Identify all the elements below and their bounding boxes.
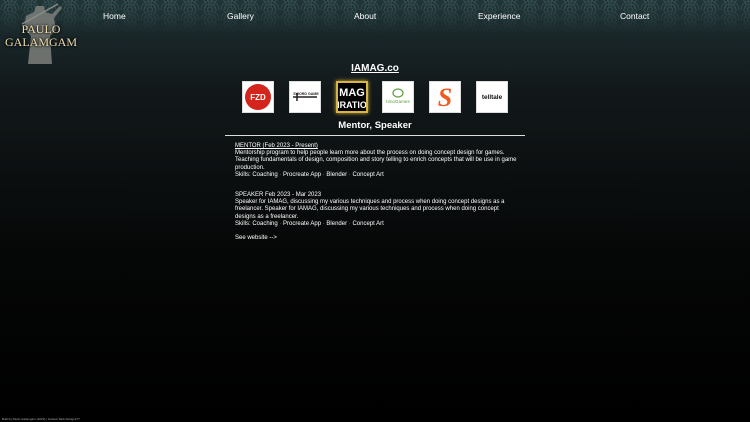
sword-game-logo-tile[interactable]: SWORD GAME (289, 81, 321, 113)
company-title: IAMAG.co (351, 63, 399, 74)
entry-skills: Skills: Coaching · Procreate App · Blend… (235, 171, 384, 178)
entry-description: Mentorship program to help people learn … (235, 150, 517, 171)
bino-games-logo-tile[interactable]: binoGames (382, 81, 414, 113)
skill-tag: Coaching (252, 171, 278, 178)
entry-heading: SPEAKER Feb 2023 - Mar 2023 (235, 192, 322, 198)
s-logo-icon: S (431, 83, 459, 112)
sword-logo-text: SWORD GAME (293, 92, 319, 96)
skill-tag: Procreate App (283, 171, 322, 178)
iamag-logo-icon: MAG IRATIO (338, 87, 366, 110)
bino-logo-icon: binoGames (386, 88, 410, 104)
iamag-logo-tile[interactable]: MAG IRATIO (336, 81, 368, 113)
entry-skills: Skills: Coaching · Procreate App · Blend… (235, 220, 384, 227)
section-divider (225, 135, 525, 136)
skill-tag: Concept Art (352, 220, 384, 227)
iamag-logo-bottom: IRATIO (338, 100, 366, 110)
footer-credit: Built by Paulo Galamgam (2023) | Icebear… (2, 417, 80, 421)
role-heading: Mentor, Speaker (338, 120, 412, 131)
telltale-logo-text: telltale (482, 94, 503, 101)
entry-description: Speaker for IAMAG, discussing my various… (235, 199, 505, 220)
nav-contact[interactable]: Contact (620, 11, 649, 21)
telltale-logo-icon: telltale (482, 94, 503, 101)
skill-tag: Blender (326, 171, 348, 178)
experience-entry-mentor: MENTOR (Feb 2023 - Present) Mentorship p… (235, 143, 520, 179)
skill-tag: Blender (326, 220, 348, 227)
skills-label: Skills: (235, 171, 251, 178)
fzd-logo-icon: FZD (245, 84, 271, 110)
sword-logo-icon: SWORD GAME (293, 92, 319, 101)
skill-tag: Concept Art (352, 171, 384, 178)
see-website-link[interactable]: See website --> (235, 235, 277, 241)
s-studio-logo-tile[interactable]: S (429, 81, 461, 113)
entry-heading: MENTOR (Feb 2023 - Present) (235, 143, 318, 149)
skill-tag: Coaching (252, 220, 278, 227)
fzd-logo-text: FZD (250, 93, 266, 102)
bino-logo-text: binoGames (386, 99, 410, 104)
iamag-logo-top: MAG (339, 87, 365, 99)
experience-entry-speaker: SPEAKER Feb 2023 - Mar 2023 Speaker for … (235, 192, 520, 228)
nav-home[interactable]: Home (103, 11, 126, 21)
skill-tag: Procreate App (283, 220, 322, 227)
nav-experience[interactable]: Experience (478, 11, 521, 21)
site-logo[interactable]: PAULO GALAMGAM (0, 0, 82, 66)
logo-name-last: GALAMGAM (5, 35, 77, 49)
fzd-logo-tile[interactable]: FZD (242, 81, 274, 113)
telltale-logo-tile[interactable]: telltale (476, 81, 508, 113)
nav-gallery[interactable]: Gallery (227, 11, 254, 21)
s-logo-text: S (438, 83, 452, 112)
nav-about[interactable]: About (354, 11, 376, 21)
skills-label: Skills: (235, 220, 251, 227)
